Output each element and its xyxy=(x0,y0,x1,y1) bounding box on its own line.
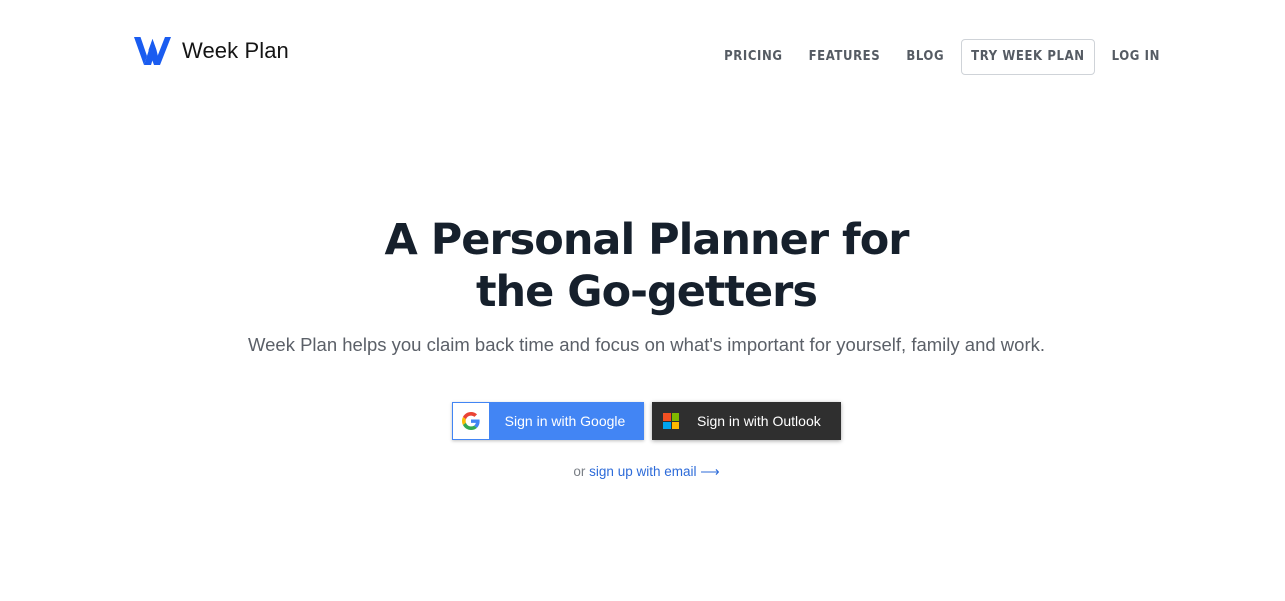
nav-try-week-plan-button[interactable]: TRY WEEK PLAN xyxy=(961,39,1095,75)
ms-logo-red xyxy=(663,413,671,421)
ms-logo-yellow xyxy=(671,421,679,429)
arrow-right-icon: ⟶ xyxy=(700,464,720,479)
ms-logo-green xyxy=(671,413,679,421)
hero-title-line2: the Go-getters xyxy=(475,267,818,317)
week-plan-logo-icon xyxy=(134,37,171,65)
alt-signup: or sign up with email ⟶ xyxy=(0,464,1285,480)
landing-page: Week Plan PRICING FEATURES BLOG TRY WEEK… xyxy=(0,0,1285,601)
microsoft-logo-icon xyxy=(663,413,679,429)
google-g-icon xyxy=(462,412,480,430)
nav-log-in[interactable]: LOG IN xyxy=(1099,39,1160,75)
hero-title: A Personal Planner for the Go-getters xyxy=(0,214,1285,318)
ms-logo-blue xyxy=(663,421,671,429)
sign-in-google-label: Sign in with Google xyxy=(504,413,626,429)
nav-features[interactable]: FEATURES xyxy=(796,39,894,75)
sign-up-email-link-text: sign up with email xyxy=(589,464,697,479)
sign-up-email-link[interactable]: sign up with email ⟶ xyxy=(589,464,719,479)
main-nav: PRICING FEATURES BLOG TRY WEEK PLAN LOG … xyxy=(711,39,1160,75)
alt-signup-prefix: or xyxy=(573,464,586,479)
nav-pricing[interactable]: PRICING xyxy=(711,39,795,75)
brand-name: Week Plan xyxy=(182,38,289,63)
hero-subtitle: Week Plan helps you claim back time and … xyxy=(248,334,1045,355)
google-logo-box xyxy=(453,403,489,439)
sign-in-google-button[interactable]: Sign in with Google xyxy=(452,402,644,440)
sign-in-outlook-button[interactable]: Sign in with Outlook xyxy=(652,402,841,440)
brand-logo-link[interactable]: Week Plan xyxy=(134,36,289,66)
nav-blog[interactable]: BLOG xyxy=(893,39,957,75)
sign-in-outlook-label: Sign in with Outlook xyxy=(697,413,821,429)
hero-title-line1: A Personal Planner for xyxy=(384,215,910,265)
